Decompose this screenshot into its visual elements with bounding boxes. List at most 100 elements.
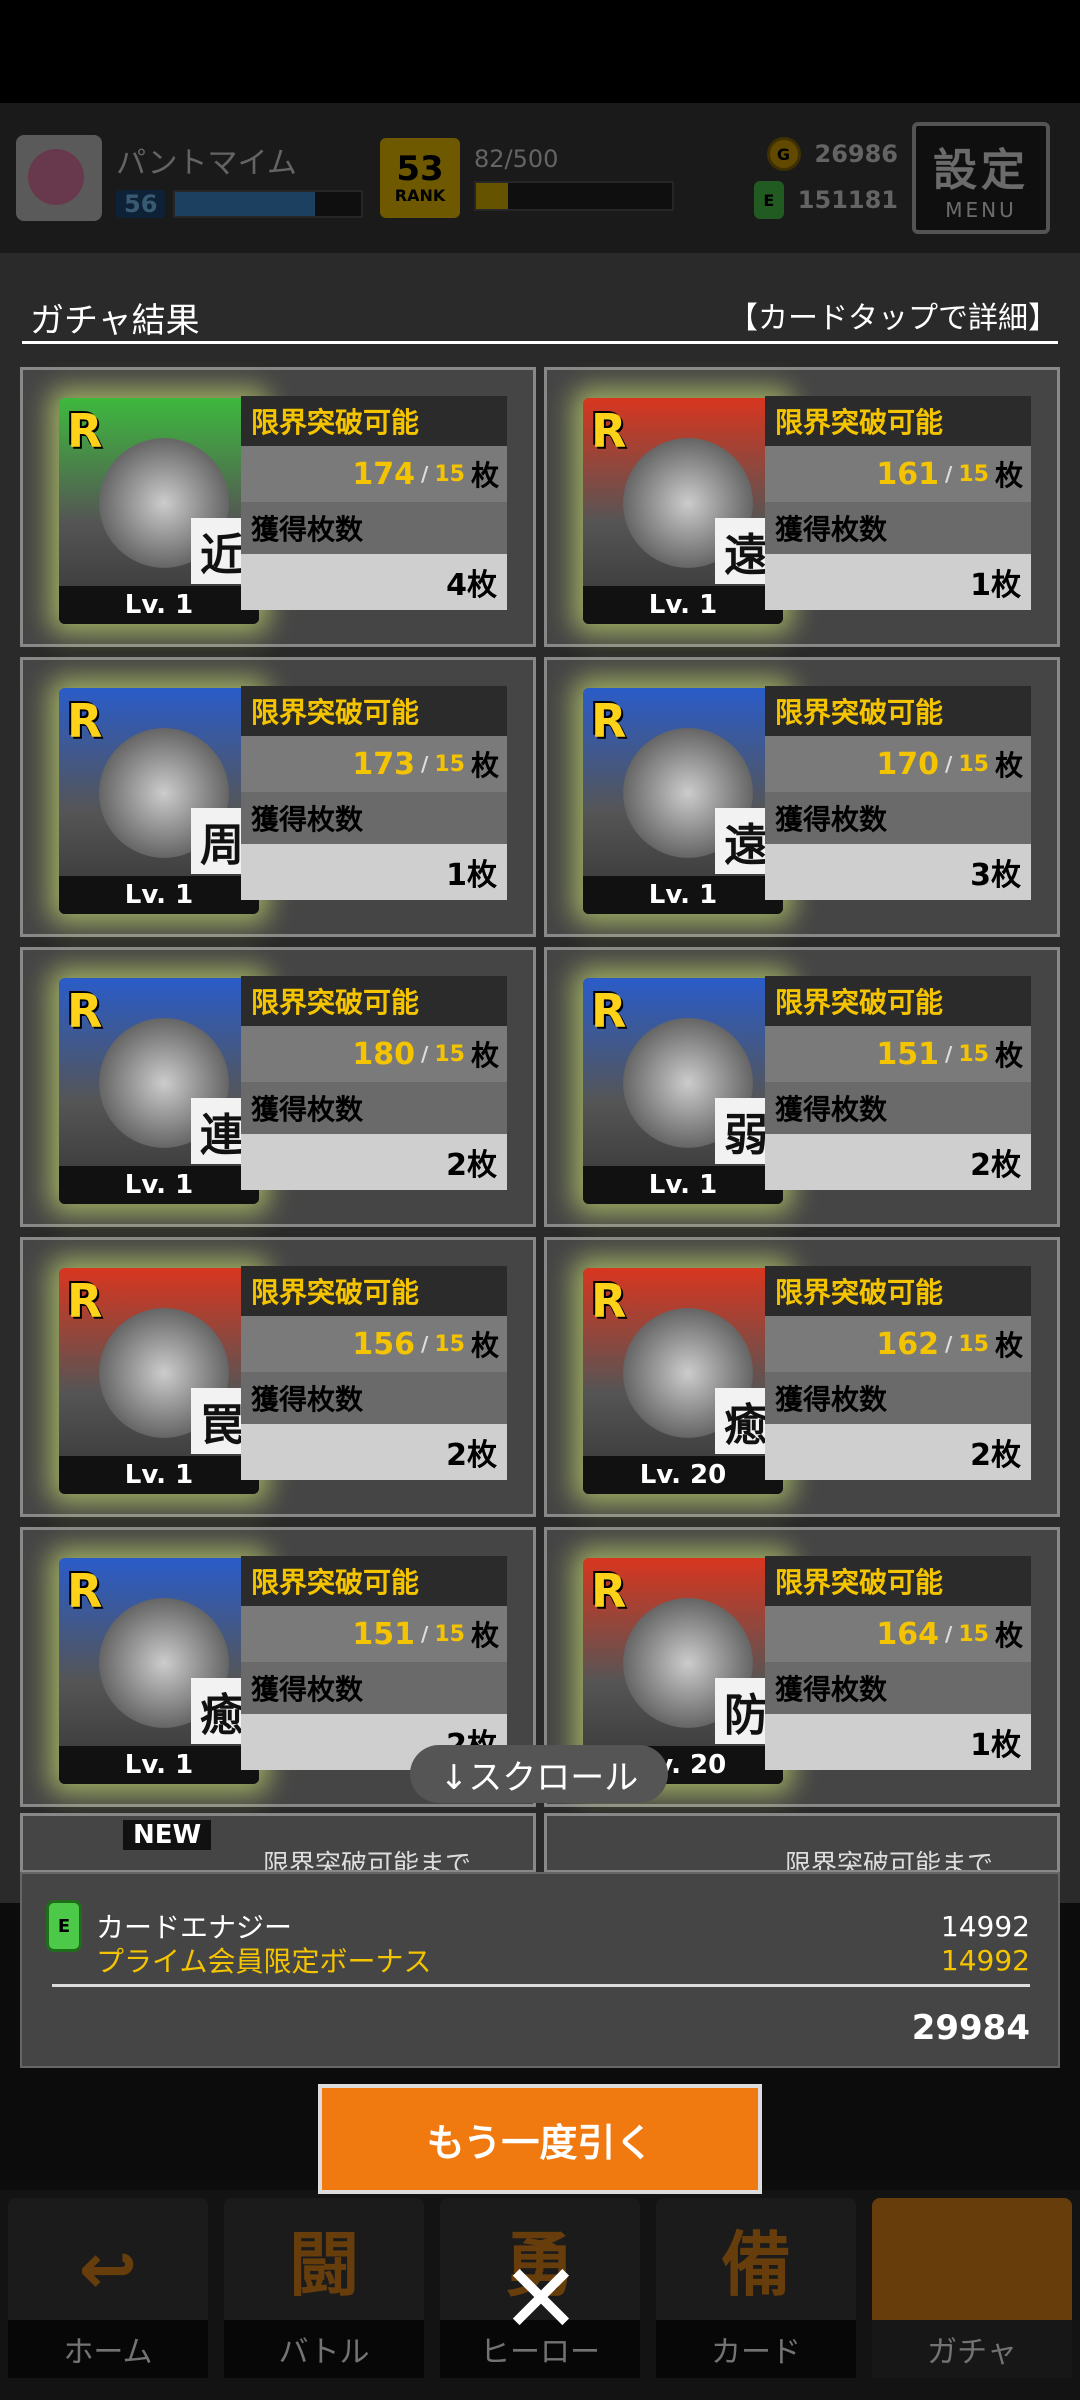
acquired-count: 4枚 [241,554,507,610]
energy-value: 14992 [940,1909,1030,1943]
title-divider [22,341,1058,344]
card-image: R 連 Lv. 1 [59,978,259,1204]
card-status: 限界突破可能 [241,1266,507,1316]
nav-item[interactable]: 闘バトル [224,2198,424,2378]
card-status: 限界突破可能 [241,396,507,446]
card-partial-right[interactable]: 限界突破可能まで [544,1813,1060,1873]
owned-count: 162/15 枚 [765,1316,1031,1372]
rank-bar [474,181,674,211]
acquired-label: 獲得枚数 [241,1082,507,1134]
nav-label: ホーム [8,2320,208,2378]
status-bar [0,0,1080,103]
energy-total: 29984 [911,2008,1030,2048]
rarity-badge: R [591,1564,627,1618]
acquired-count: 2枚 [765,1424,1031,1480]
acquired-count: 1枚 [241,844,507,900]
owned-count: 170/15 枚 [765,736,1031,792]
card-image: R 癒 Lv. 20 [583,1268,783,1494]
card-image: R 弱 Lv. 1 [583,978,783,1204]
nav-icon: ↩ [78,2228,138,2310]
close-icon[interactable]: ✕ [496,2243,586,2355]
acquired-label: 獲得枚数 [765,502,1031,554]
card-status: 限界突破可能 [765,1266,1031,1316]
owned-count: 161/15 枚 [765,446,1031,502]
owned-count: 180/15 枚 [241,1026,507,1082]
player-level: 56 [116,190,166,218]
card-level: Lv. 1 [59,1456,259,1494]
avatar-face-icon [28,149,84,205]
nav-item[interactable]: ↩ ホーム [8,2198,208,2378]
card-image: R 癒 Lv. 1 [59,1558,259,1784]
card-level: Lv. 1 [59,876,259,914]
nav-item[interactable]: 備カード [656,2198,856,2378]
energy-count: 151181 [797,186,898,214]
app-root: パントマイム 56 53 RANK 82/500 G 26986 E 15118… [0,0,1080,2400]
card-image: R 遠 Lv. 1 [583,398,783,624]
card-level: Lv. 1 [583,1166,783,1204]
nav-label: カード [656,2320,856,2378]
rarity-badge: R [67,1274,103,1328]
settings-menu-button[interactable]: 設定 MENU [912,122,1050,234]
panel-hint: 【カードタップで詳細】 [728,301,1058,336]
rarity-badge: R [67,984,103,1038]
summary-divider [52,1984,1030,1987]
rarity-badge: R [67,1564,103,1618]
nav-item[interactable]: 購ガチャ [872,2198,1072,2378]
card-status: 限界突破可能 [765,1556,1031,1606]
gacha-card[interactable]: R 周 Lv. 1 限界突破可能 173/15 枚獲得枚数 1枚 [20,657,536,937]
gacha-card[interactable]: R 遠 Lv. 1 限界突破可能 170/15 枚獲得枚数 3枚 [544,657,1060,937]
avatar[interactable] [16,135,102,221]
acquired-label: 獲得枚数 [765,1662,1031,1714]
card-image: R 遠 Lv. 1 [583,688,783,914]
energy-can-icon: E [753,181,784,219]
owned-count: 151/15 枚 [765,1026,1031,1082]
top-bar: パントマイム 56 53 RANK 82/500 G 26986 E 15118… [0,103,1080,253]
draw-again-button[interactable]: もう一度引く [318,2084,762,2194]
acquired-count: 1枚 [765,1714,1031,1770]
acquired-label: 獲得枚数 [765,792,1031,844]
rarity-badge: R [591,694,627,748]
nav-icon: 購 [937,2224,1007,2306]
gacha-card[interactable]: R 罠 Lv. 1 限界突破可能 156/15 枚獲得枚数 2枚 [20,1237,536,1517]
player-name: パントマイム [116,146,297,181]
player-info: パントマイム 56 [116,138,366,218]
scroll-hint: ↓スクロール [410,1745,668,1803]
card-image: R 近 Lv. 1 [59,398,259,624]
card-level: Lv. 1 [59,1166,259,1204]
acquired-count: 2枚 [241,1424,507,1480]
card-level: Lv. 1 [583,586,783,624]
gacha-card[interactable]: R 癒 Lv. 20 限界突破可能 162/15 枚獲得枚数 2枚 [544,1237,1060,1517]
owned-count: 156/15 枚 [241,1316,507,1372]
acquired-label: 獲得枚数 [241,502,507,554]
card-level: Lv. 1 [59,1746,259,1784]
gacha-card[interactable]: R 近 Lv. 1 限界突破可能 174/15 枚獲得枚数 4枚 [20,367,536,647]
nav-icon: 備 [721,2224,791,2306]
acquired-label: 獲得枚数 [765,1372,1031,1424]
card-level: Lv. 20 [583,1456,783,1494]
gacha-card[interactable]: R 連 Lv. 1 限界突破可能 180/15 枚獲得枚数 2枚 [20,947,536,1227]
energy-summary: E カードエナジー 14992 プライム会員限定ボーナス 14992 29984 [20,1872,1060,2068]
acquired-count: 2枚 [241,1134,507,1190]
card-image: R 周 Lv. 1 [59,688,259,914]
card-status: 限界突破可能 [241,686,507,736]
bonus-label: プライム会員限定ボーナス [96,1945,432,1978]
nav-label: ガチャ [872,2320,1072,2378]
nav-label: バトル [224,2320,424,2378]
card-status: 限界突破可能 [241,976,507,1026]
card-status: 限界突破可能 [765,686,1031,736]
acquired-label: 獲得枚数 [241,792,507,844]
new-badge: NEW [123,1820,212,1850]
card-status: 限界突破可能 [765,976,1031,1026]
card-level: Lv. 1 [59,586,259,624]
rank-icon: 53 RANK [380,138,460,218]
panel-title: ガチャ結果 [30,301,200,341]
gacha-card[interactable]: R 弱 Lv. 1 限界突破可能 151/15 枚獲得枚数 2枚 [544,947,1060,1227]
card-status: 限界突破可能 [765,396,1031,446]
exp-bar [173,190,364,218]
gacha-result-panel: ガチャ結果 【カードタップで詳細】 R 近 Lv. 1 限界突破可能 174/15 枚獲得… [0,253,1080,1903]
nav-icon: 闘 [289,2224,359,2306]
gacha-card[interactable]: R 遠 Lv. 1 限界突破可能 161/15 枚獲得枚数 1枚 [544,367,1060,647]
rarity-badge: R [67,694,103,748]
bonus-value: 14992 [940,1943,1030,1977]
card-partial-left[interactable]: NEW 限界突破可能まで [20,1813,536,1873]
